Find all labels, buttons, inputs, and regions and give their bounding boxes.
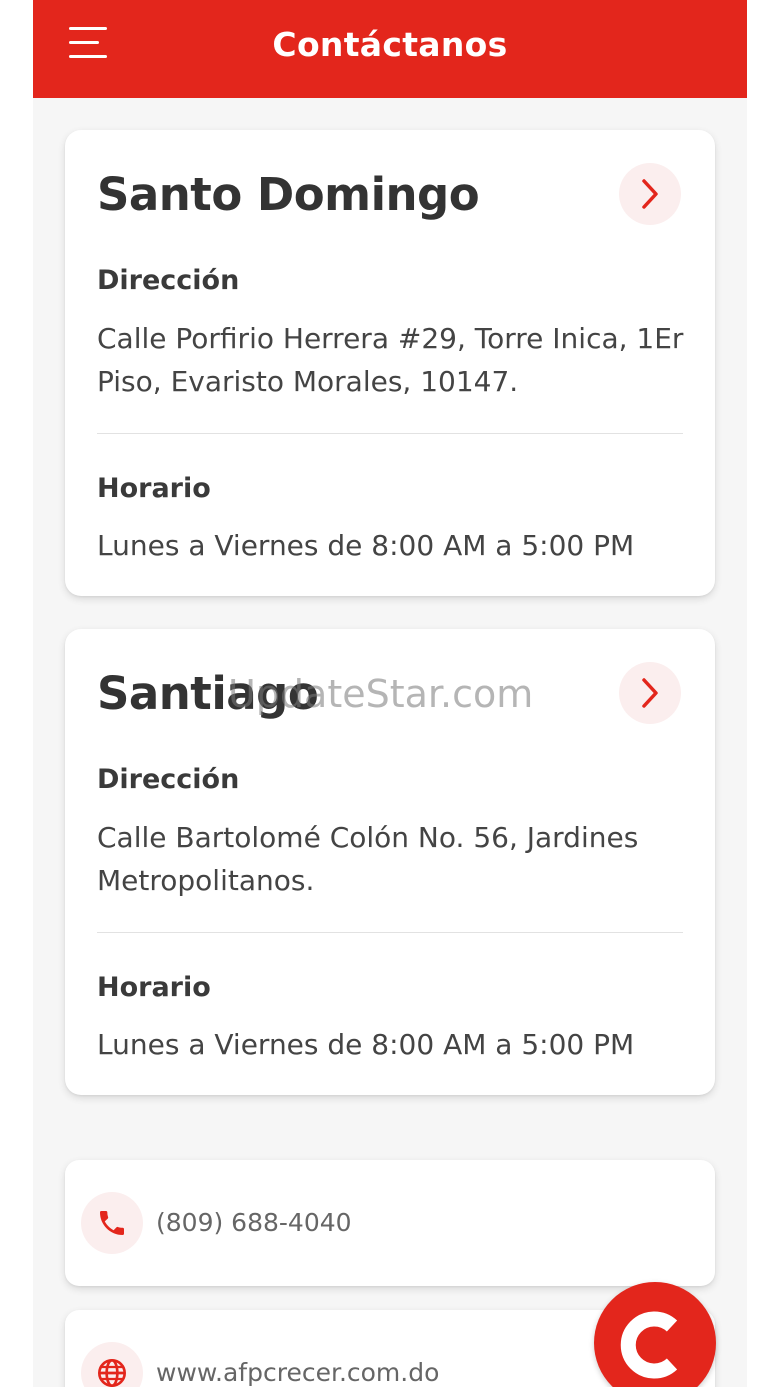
divider	[97, 433, 683, 434]
office-details-button[interactable]	[619, 662, 681, 724]
divider	[97, 932, 683, 933]
brand-c-logo-icon	[620, 1311, 678, 1379]
website-url: www.afpcrecer.com.do	[156, 1358, 440, 1387]
page-title: Contáctanos	[272, 24, 508, 64]
hours-label: Horario	[97, 972, 211, 1003]
chevron-right-icon	[642, 179, 658, 209]
hours-label: Horario	[97, 473, 211, 504]
hamburger-menu-icon[interactable]	[69, 27, 109, 63]
hours-value: Lunes a Viernes de 8:00 AM a 5:00 PM	[97, 529, 635, 562]
office-card-santo-domingo: Santo Domingo Dirección Calle Porfirio H…	[65, 130, 715, 596]
phone-contact-row[interactable]: (809) 688-4040	[65, 1160, 715, 1286]
app-bar: Contáctanos	[33, 0, 747, 98]
phone-icon	[100, 1211, 124, 1235]
office-details-button[interactable]	[619, 163, 681, 225]
globe-icon-wrap	[81, 1342, 143, 1387]
globe-icon	[98, 1359, 126, 1387]
phone-icon-wrap	[81, 1192, 143, 1254]
address-value: Calle Porfirio Herrera #29, Torre Inica,…	[97, 322, 684, 398]
hours-value: Lunes a Viernes de 8:00 AM a 5:00 PM	[97, 1028, 635, 1061]
office-name: Santo Domingo	[97, 168, 480, 221]
address-value: Calle Bartolomé Colón No. 56, Jardines M…	[97, 821, 639, 897]
contact-screen: Contáctanos Santo Domingo Dirección Call…	[33, 0, 747, 1387]
office-name: Santiago	[97, 667, 319, 720]
chevron-right-icon	[642, 678, 658, 708]
address-label: Dirección	[97, 764, 240, 795]
address-label: Dirección	[97, 265, 240, 296]
chat-fab-button[interactable]	[594, 1282, 716, 1387]
phone-number: (809) 688-4040	[156, 1208, 352, 1237]
office-card-santiago: Santiago Dirección Calle Bartolomé Colón…	[65, 629, 715, 1095]
